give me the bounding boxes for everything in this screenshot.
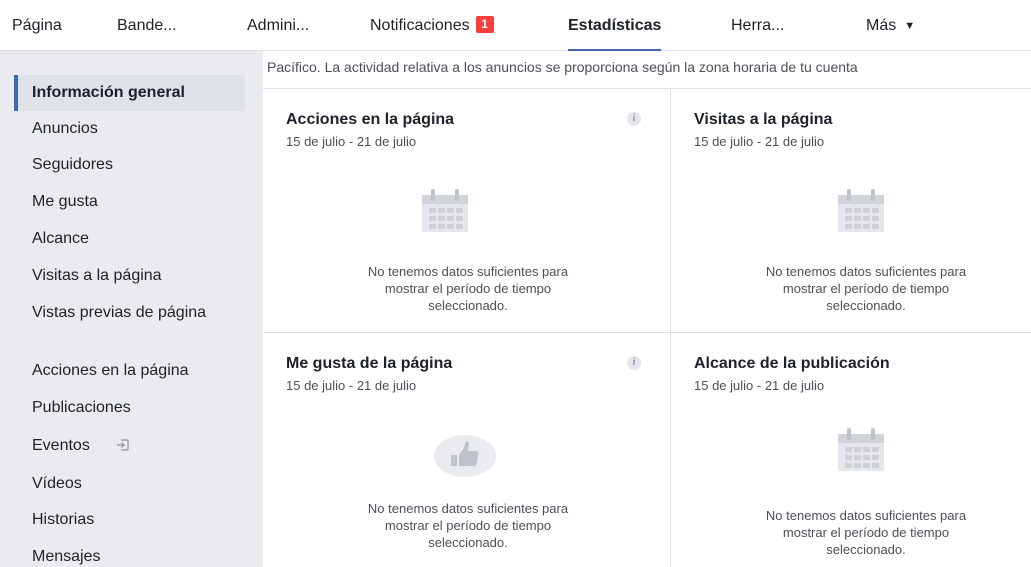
empty-line: seleccionado.	[826, 298, 906, 313]
tab-label: Página	[12, 17, 62, 34]
sidebar-item-label: Historias	[32, 511, 95, 528]
empty-line: seleccionado.	[826, 542, 906, 557]
sidebar-item-label: Seguidores	[32, 156, 113, 173]
card-title: Me gusta de la página	[286, 355, 453, 372]
tab-label: Más	[866, 17, 897, 34]
sidebar-item-historias[interactable]: Historias	[14, 510, 245, 530]
caret-down-icon: ▼	[904, 20, 916, 32]
insights-sidebar: Información general Anuncios Seguidores …	[14, 51, 246, 567]
tab-label: Bande...	[117, 17, 177, 34]
sidebar-item-label: Me gusta	[32, 193, 98, 210]
empty-line: No tenemos datos suficientes para	[765, 508, 967, 523]
tab-administrar[interactable]: Admini...	[247, 0, 309, 51]
sidebar-item-label: Vistas previas de página	[32, 304, 207, 321]
empty-line: mostrar el período de tiempo	[782, 281, 950, 296]
empty-state-message: No tenemos datos suficientes para mostra…	[701, 507, 1031, 558]
info-icon[interactable]: i	[627, 356, 641, 370]
empty-line: seleccionado.	[428, 298, 508, 313]
tab-label: Herra...	[731, 17, 785, 34]
card-date-range: 15 de julio - 21 de julio	[694, 134, 825, 149]
arrow-into-box-icon	[117, 439, 129, 451]
empty-state-message: No tenemos datos suficientes para mostra…	[303, 263, 633, 314]
card-title: Visitas a la página	[694, 111, 833, 128]
sidebar-item-vistas-previas[interactable]: Vistas previas de página	[14, 303, 214, 323]
timezone-notice-text: Pacífico. La actividad relativa a los an…	[267, 59, 858, 75]
info-icon[interactable]: i	[627, 112, 641, 126]
sidebar-item-label: Visitas a la página	[32, 267, 162, 284]
sidebar-item-me-gusta[interactable]: Me gusta	[14, 192, 245, 212]
insights-main-panel: Pacífico. La actividad relativa a los an…	[263, 51, 1031, 567]
empty-line: No tenemos datos suficientes para	[367, 264, 569, 279]
card-title: Acciones en la página	[286, 111, 455, 128]
empty-line: mostrar el período de tiempo	[384, 281, 552, 296]
sidebar-item-acciones[interactable]: Acciones en la página	[14, 361, 245, 381]
empty-line: No tenemos datos suficientes para	[765, 264, 967, 279]
card-visitas-pagina[interactable]: Visitas a la página 15 de julio - 21 de …	[671, 89, 1031, 332]
tab-estadisticas[interactable]: Estadísticas	[568, 0, 662, 52]
timezone-notice: Pacífico. La actividad relativa a los an…	[263, 51, 1031, 89]
empty-line: No tenemos datos suficientes para	[367, 501, 569, 516]
tab-label: Notificaciones	[370, 17, 470, 34]
sidebar-item-label: Mensajes	[32, 548, 101, 565]
card-date-range: 15 de julio - 21 de julio	[286, 134, 417, 149]
calendar-icon	[838, 428, 884, 471]
sidebar-item-label: Alcance	[32, 230, 89, 247]
tab-pagina[interactable]: Página	[12, 0, 62, 51]
empty-line: mostrar el período de tiempo	[384, 518, 552, 533]
tab-label: Estadísticas	[568, 17, 662, 34]
sidebar-item-videos[interactable]: Vídeos	[14, 474, 245, 494]
sidebar-item-label: Acciones en la página	[32, 362, 189, 379]
empty-line: mostrar el período de tiempo	[782, 525, 950, 540]
empty-state-message: No tenemos datos suficientes para mostra…	[303, 500, 633, 551]
sidebar-item-anuncios[interactable]: Anuncios	[14, 119, 245, 139]
sidebar-item-label: Vídeos	[32, 475, 82, 492]
sidebar-item-label: Información general	[32, 84, 185, 101]
tab-mas[interactable]: Más ▼	[866, 0, 915, 51]
tab-bandeja[interactable]: Bande...	[117, 0, 177, 51]
sidebar-item-visitas[interactable]: Visitas a la página	[14, 266, 245, 286]
tab-herramientas[interactable]: Herra...	[731, 0, 784, 51]
page-tab-bar: Página Bande... Admini... Notificaciones…	[0, 0, 1031, 52]
sidebar-item-mensajes[interactable]: Mensajes	[14, 547, 245, 567]
thumbs-up-icon	[434, 435, 496, 477]
sidebar-item-label: Eventos	[32, 437, 90, 454]
card-acciones-pagina[interactable]: Acciones en la página 15 de julio - 21 d…	[263, 89, 670, 332]
empty-state-message: No tenemos datos suficientes para mostra…	[701, 263, 1031, 314]
sidebar-item-seguidores[interactable]: Seguidores	[14, 155, 245, 175]
card-date-range: 15 de julio - 21 de julio	[286, 378, 417, 393]
tab-notificaciones[interactable]: Notificaciones 1	[370, 0, 494, 51]
sidebar-item-publicaciones[interactable]: Publicaciones	[14, 398, 245, 418]
card-date-range: 15 de julio - 21 de julio	[694, 378, 825, 393]
sidebar-item-alcance[interactable]: Alcance	[14, 229, 245, 249]
sidebar-item-label: Publicaciones	[32, 399, 131, 416]
calendar-icon	[422, 189, 468, 232]
sidebar-item-label: Anuncios	[32, 120, 98, 137]
calendar-icon	[838, 189, 884, 232]
empty-line: seleccionado.	[428, 535, 508, 550]
tab-label: Admini...	[247, 17, 310, 34]
card-title: Alcance de la publicación	[694, 355, 890, 372]
notification-count-badge: 1	[475, 16, 494, 33]
sidebar-item-eventos[interactable]: Eventos	[14, 436, 245, 456]
sidebar-item-informacion-general[interactable]: Información general	[14, 75, 245, 111]
